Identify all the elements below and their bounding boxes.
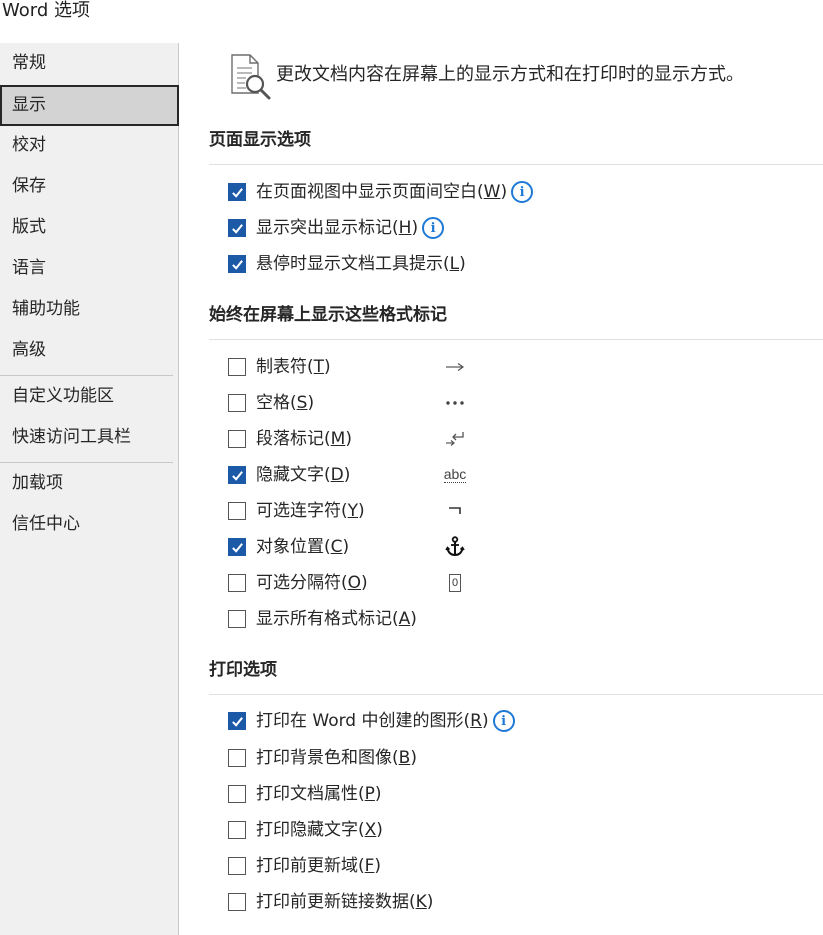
sidebar-item-layout[interactable]: 版式	[0, 207, 179, 248]
checkbox-checked[interactable]	[228, 255, 246, 273]
option-label: 打印前更新链接数据(K)	[256, 892, 434, 912]
option-update-fields[interactable]: 打印前更新域(F)	[228, 855, 381, 877]
option-label: 打印隐藏文字(X)	[256, 820, 383, 840]
sidebar-item-quick-access-toolbar[interactable]: 快速访问工具栏	[0, 417, 179, 458]
sidebar-item-proofing[interactable]: 校对	[0, 125, 179, 166]
checkbox-unchecked[interactable]	[228, 893, 246, 911]
option-label: 可选连字符(Y)	[256, 501, 365, 521]
option-show-highlighter[interactable]: 显示突出显示标记(H) i	[228, 217, 445, 239]
option-label: 空格(S)	[256, 393, 315, 413]
checkbox-unchecked[interactable]	[228, 857, 246, 875]
option-label: 制表符(T)	[256, 357, 331, 377]
option-label: 显示突出显示标记(H)	[256, 218, 419, 238]
checkbox-unchecked[interactable]	[228, 358, 246, 376]
section-divider	[209, 339, 823, 340]
section-divider	[209, 694, 823, 695]
paragraph-mark-icon	[443, 428, 467, 450]
anchor-icon	[443, 536, 467, 558]
option-hidden-text[interactable]: 隐藏文字(D)	[228, 464, 350, 486]
sidebar-item-display[interactable]: 显示	[0, 85, 179, 126]
window-title: Word 选项	[2, 0, 90, 21]
option-print-hidden-text[interactable]: 打印隐藏文字(X)	[228, 819, 383, 841]
checkbox-unchecked[interactable]	[228, 430, 246, 448]
option-tab-characters[interactable]: 制表符(T)	[228, 356, 331, 378]
sidebar-item-language[interactable]: 语言	[0, 248, 179, 289]
option-object-anchors[interactable]: 对象位置(C)	[228, 536, 349, 558]
sidebar-item-add-ins[interactable]: 加载项	[0, 463, 179, 504]
option-label: 显示所有格式标记(A)	[256, 609, 417, 629]
option-print-background[interactable]: 打印背景色和图像(B)	[228, 747, 417, 769]
section-header-formatting-marks: 始终在屏幕上显示这些格式标记	[209, 305, 447, 325]
section-divider	[209, 164, 823, 165]
info-icon[interactable]: i	[492, 710, 515, 732]
option-label: 对象位置(C)	[256, 537, 350, 557]
checkbox-checked[interactable]	[228, 219, 246, 237]
hidden-text-icon: abc	[443, 466, 467, 483]
option-label: 隐藏文字(D)	[256, 465, 351, 485]
checkbox-checked[interactable]	[228, 538, 246, 556]
option-show-all-marks[interactable]: 显示所有格式标记(A)	[228, 608, 417, 630]
optional-hyphen-icon	[443, 500, 467, 522]
tab-arrow-icon	[443, 356, 467, 378]
option-optional-breaks[interactable]: 可选分隔符(O)	[228, 572, 368, 594]
checkbox-checked[interactable]	[228, 183, 246, 201]
sidebar-item-advanced[interactable]: 高级	[0, 330, 179, 371]
checkbox-unchecked[interactable]	[228, 574, 246, 592]
option-print-drawings[interactable]: 打印在 Word 中创建的图形(R) i	[228, 710, 515, 732]
option-label: 段落标记(M)	[256, 429, 352, 449]
option-paragraph-marks[interactable]: 段落标记(M)	[228, 428, 352, 450]
intro-description: 更改文档内容在屏幕上的显示方式和在打印时的显示方式。	[276, 64, 744, 85]
checkbox-unchecked[interactable]	[228, 785, 246, 803]
checkbox-checked[interactable]	[228, 712, 246, 730]
checkbox-checked[interactable]	[228, 466, 246, 484]
checkbox-unchecked[interactable]	[228, 502, 246, 520]
checkbox-unchecked[interactable]	[228, 821, 246, 839]
option-label: 打印文档属性(P)	[256, 784, 382, 804]
sidebar-item-trust-center[interactable]: 信任中心	[0, 504, 179, 545]
option-label: 打印前更新域(F)	[256, 856, 382, 876]
sidebar: 常规 显示 校对 保存 版式 语言 辅助功能 高级 自定义功能区 快速访问工具栏…	[0, 43, 179, 935]
display-options-panel: 更改文档内容在屏幕上的显示方式和在打印时的显示方式。 页面显示选项 在页面视图中…	[180, 43, 823, 935]
document-magnifier-icon	[231, 54, 271, 100]
info-icon[interactable]: i	[422, 217, 445, 239]
checkbox-unchecked[interactable]	[228, 749, 246, 767]
checkbox-unchecked[interactable]	[228, 394, 246, 412]
option-label: 打印背景色和图像(B)	[256, 748, 417, 768]
option-label: 在页面视图中显示页面间空白(W)	[256, 182, 508, 202]
checkbox-unchecked[interactable]	[228, 610, 246, 628]
option-optional-hyphens[interactable]: 可选连字符(Y)	[228, 500, 365, 522]
option-print-properties[interactable]: 打印文档属性(P)	[228, 783, 382, 805]
option-label: 悬停时显示文档工具提示(L)	[256, 254, 466, 274]
info-icon[interactable]: i	[511, 181, 534, 203]
option-update-linked-data[interactable]: 打印前更新链接数据(K)	[228, 891, 433, 913]
sidebar-item-general[interactable]: 常规	[0, 43, 179, 84]
option-show-whitespace[interactable]: 在页面视图中显示页面间空白(W) i	[228, 181, 534, 203]
section-header-print: 打印选项	[209, 660, 277, 680]
space-dots-icon	[443, 392, 467, 414]
sidebar-item-save[interactable]: 保存	[0, 166, 179, 207]
section-header-page-display: 页面显示选项	[209, 130, 311, 150]
sidebar-item-accessibility[interactable]: 辅助功能	[0, 289, 179, 330]
option-label: 打印在 Word 中创建的图形(R)	[256, 711, 489, 731]
option-show-tooltips[interactable]: 悬停时显示文档工具提示(L)	[228, 253, 466, 275]
option-label: 可选分隔符(O)	[256, 573, 368, 593]
sidebar-item-customize-ribbon[interactable]: 自定义功能区	[0, 376, 179, 417]
option-spaces[interactable]: 空格(S)	[228, 392, 314, 414]
optional-break-icon: 0	[443, 572, 467, 594]
